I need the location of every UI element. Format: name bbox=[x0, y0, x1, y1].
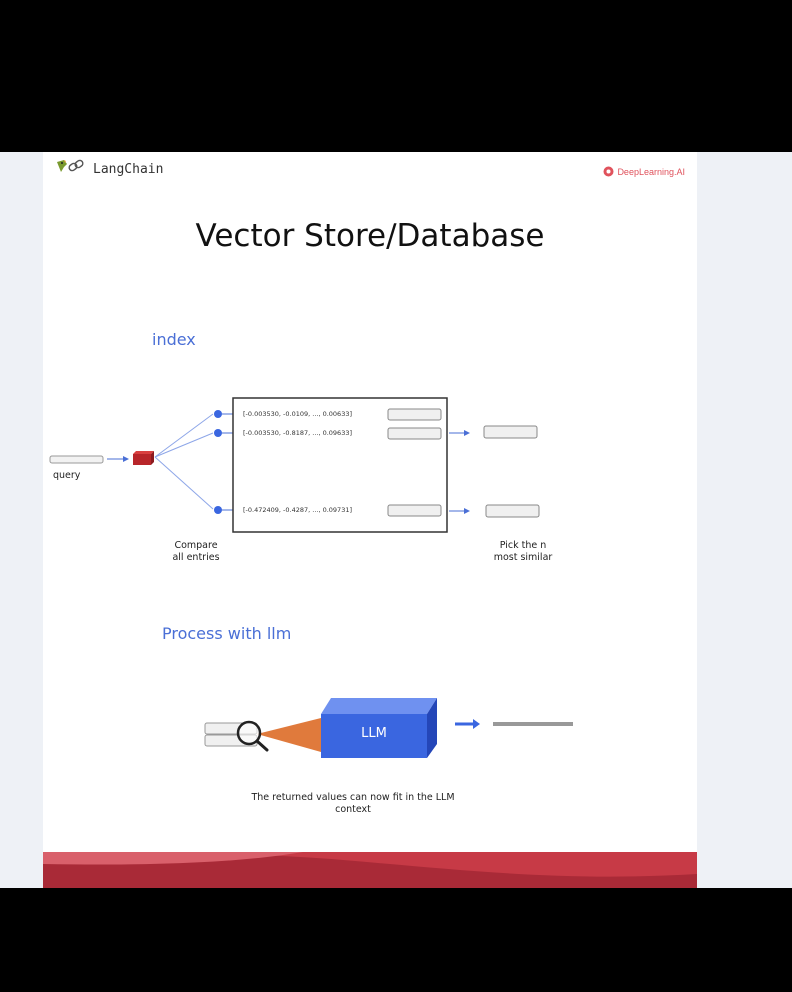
query-embedding-block bbox=[133, 451, 154, 465]
compare-label-line1: Compare bbox=[174, 540, 218, 551]
similarity-dot bbox=[214, 410, 222, 418]
index-diagram bbox=[49, 397, 573, 758]
compare-label: Compare all entries bbox=[153, 540, 239, 564]
slide-footer-band bbox=[43, 852, 697, 888]
vector-entry: [-0.003530, -0.0109, ..., 0.00633] bbox=[243, 410, 352, 418]
caption-line1: The returned values can now fit in the L… bbox=[251, 792, 455, 803]
pick-label-line1: Pick the n bbox=[499, 540, 547, 551]
similarity-dot bbox=[214, 506, 222, 514]
similarity-dot bbox=[214, 429, 222, 437]
slide-viewport: LangChain DeepLearning.AI Vector Store/D… bbox=[0, 152, 792, 888]
pick-label-line2: most similar bbox=[493, 552, 553, 563]
vector-entry: [-0.472409, -0.4287, ..., 0.09731] bbox=[243, 506, 352, 514]
llm-label: LLM bbox=[361, 726, 387, 741]
query-input-bar bbox=[49, 455, 104, 464]
stored-chunk-bar bbox=[387, 504, 442, 517]
pick-label: Pick the n most similar bbox=[473, 540, 573, 564]
process-section-label: Process with llm bbox=[162, 624, 292, 643]
stored-chunk-bar bbox=[387, 427, 442, 440]
compare-label-line2: all entries bbox=[172, 552, 220, 563]
slide-caption: The returned values can now fit in the L… bbox=[213, 792, 493, 816]
slide: LangChain DeepLearning.AI Vector Store/D… bbox=[43, 152, 697, 888]
result-bar bbox=[483, 425, 538, 439]
result-bar bbox=[485, 504, 540, 518]
caption-line2: context bbox=[335, 804, 371, 815]
query-label: query bbox=[53, 470, 81, 481]
vector-entry: [-0.003530, -0.8187, ..., 0.09633] bbox=[243, 429, 352, 437]
stored-chunk-bar bbox=[387, 408, 442, 421]
context-beam bbox=[257, 718, 321, 752]
